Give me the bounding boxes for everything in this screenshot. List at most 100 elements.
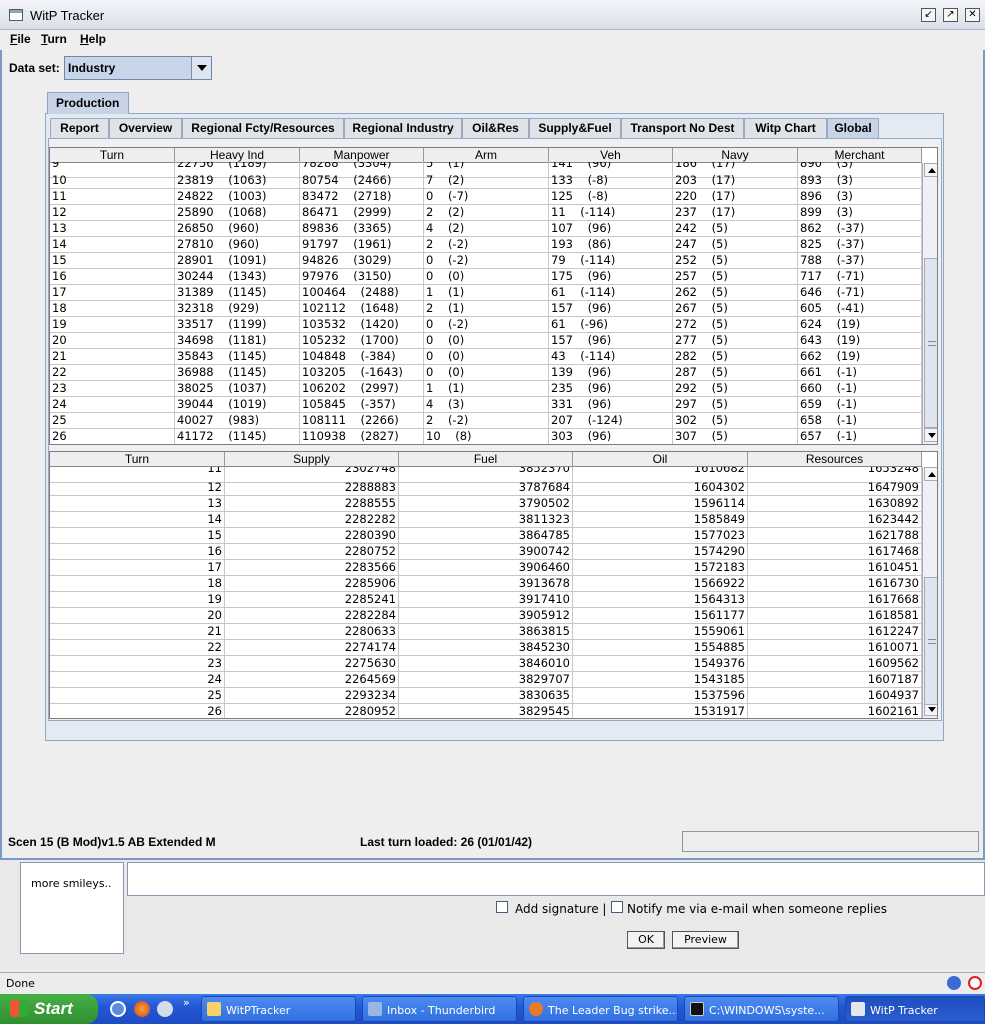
scroll-up-icon[interactable] <box>924 467 937 481</box>
chevron-down-icon[interactable] <box>191 57 211 79</box>
task-witp-tracker[interactable]: WitP Tracker <box>845 996 985 1022</box>
task-witptracker-folder[interactable]: WitPTracker <box>201 996 356 1022</box>
table-cell: 89836 (3365) <box>300 221 424 237</box>
table-row[interactable]: 15 2280390 3864785 1577023 1621788 <box>50 528 922 544</box>
column-header-turn[interactable]: Turn <box>50 148 175 163</box>
table-row[interactable]: 12 2288883 3787684 1604302 1647909 <box>50 480 922 496</box>
column-header-navy[interactable]: Navy <box>673 148 798 163</box>
table-row[interactable]: 20 34698 (1181) 105232 (1700) 0 (0) 157 (96)… <box>50 333 922 349</box>
table-row[interactable]: 22 36988 (1145) 103205 (-1643) 0 (0) 139 (96… <box>50 365 922 381</box>
column-header-heavy-ind[interactable]: Heavy Ind <box>175 148 300 163</box>
preview-button[interactable]: Preview <box>672 931 739 949</box>
tab-transport-no-dest[interactable]: Transport No Dest <box>621 118 744 138</box>
tab-overview[interactable]: Overview <box>109 118 182 138</box>
table-row[interactable]: 23 38025 (1037) 106202 (2997) 1 (1) 235 (96)… <box>50 381 922 397</box>
scroll-down-icon[interactable] <box>924 428 937 442</box>
menu-file[interactable]: File <box>10 32 31 46</box>
table-cell: 26 <box>50 429 175 444</box>
table-row[interactable]: 16 30244 (1343) 97976 (3150) 0 (0) 175 (96) 2… <box>50 269 922 285</box>
table-row[interactable]: 26 2280952 3829545 1531917 1602161 <box>50 704 922 718</box>
tab-regional-industry[interactable]: Regional Industry <box>344 118 462 138</box>
scroll-thumb[interactable] <box>924 577 937 705</box>
table-row[interactable]: 21 2280633 3863815 1559061 1612247 <box>50 624 922 640</box>
table-row[interactable]: 10 23819 (1063) 80754 (2466) 7 (2) 133 (-8) 2… <box>50 173 922 189</box>
column-header-merchant[interactable]: Merchant <box>798 148 922 163</box>
table-cell: 4 (3) <box>424 397 549 413</box>
title-bar[interactable]: WitP Tracker ↙ ↗ ✕ <box>0 0 985 30</box>
column-header-resources[interactable]: Resources <box>748 452 922 467</box>
table-row[interactable]: 24 39044 (1019) 105845 (-357) 4 (3) 331 (96)… <box>50 397 922 413</box>
table-row[interactable]: 17 31389 (1145) 100464 (2488) 1 (1) 61 (-114… <box>50 285 922 301</box>
table-cell: 19 <box>50 317 175 333</box>
vertical-scrollbar[interactable] <box>922 467 937 718</box>
scroll-thumb[interactable] <box>924 258 937 428</box>
tab-report[interactable]: Report <box>50 118 109 138</box>
minimize-icon[interactable]: ↙ <box>921 8 936 22</box>
table-cell: 1572183 <box>573 560 748 576</box>
menu-turn[interactable]: Turn <box>41 32 67 46</box>
table-row[interactable]: 11 24822 (1003) 83472 (2718) 0 (-7) 125 (-8)… <box>50 189 922 205</box>
tab-global[interactable]: Global <box>827 118 879 138</box>
table-cell: 36988 (1145) <box>175 365 300 381</box>
firefox-icon[interactable] <box>134 1001 150 1017</box>
ie-icon[interactable] <box>110 1001 126 1017</box>
table-row[interactable]: 24 2264569 3829707 1543185 1607187 <box>50 672 922 688</box>
table-row[interactable]: 18 2285906 3913678 1566922 1616730 <box>50 576 922 592</box>
table-row[interactable]: 22 2274174 3845230 1554885 1610071 <box>50 640 922 656</box>
more-smileys-link[interactable]: more smileys.. <box>31 877 112 890</box>
table-row[interactable]: 12 25890 (1068) 86471 (2999) 2 (2) 11 (-114)… <box>50 205 922 221</box>
table-row[interactable]: 18 32318 (929) 102112 (1648) 2 (1) 157 (96) 2… <box>50 301 922 317</box>
table-row[interactable]: 14 2282282 3811323 1585849 1623442 <box>50 512 922 528</box>
task-command-prompt[interactable]: C:\WINDOWS\syste... <box>684 996 839 1022</box>
vertical-scrollbar[interactable] <box>922 163 937 444</box>
blocked-icon[interactable] <box>968 976 982 990</box>
menu-help[interactable]: Help <box>80 32 106 46</box>
tab-supply-fuel[interactable]: Supply&Fuel <box>529 118 621 138</box>
task-thunderbird[interactable]: Inbox - Thunderbird <box>362 996 517 1022</box>
scroll-up-icon[interactable] <box>924 163 937 177</box>
table-row[interactable]: 19 33517 (1199) 103532 (1420) 0 (-2) 61 (-96… <box>50 317 922 333</box>
table-row[interactable]: 21 35843 (1145) 104848 (-384) 0 (0) 43 (-114… <box>50 349 922 365</box>
table-row[interactable]: 20 2282284 3905912 1561177 1618581 <box>50 608 922 624</box>
notify-checkbox[interactable] <box>611 901 623 913</box>
app-quicklaunch-icon[interactable] <box>157 1001 173 1017</box>
table-row[interactable]: 17 2283566 3906460 1572183 1610451 <box>50 560 922 576</box>
table-cell: 3846010 <box>399 656 573 672</box>
table-row[interactable]: 25 2293234 3830635 1537596 1604937 <box>50 688 922 704</box>
column-header-oil[interactable]: Oil <box>573 452 748 467</box>
add-signature-checkbox[interactable] <box>496 901 508 913</box>
table-row[interactable]: 13 26850 (960) 89836 (3365) 4 (2) 107 (96) 24… <box>50 221 922 237</box>
table-cell: 2288555 <box>225 496 399 512</box>
table-row[interactable]: 16 2280752 3900742 1574290 1617468 <box>50 544 922 560</box>
table-cell: 0 (0) <box>424 269 549 285</box>
network-icon[interactable] <box>947 976 961 990</box>
column-header-supply[interactable]: Supply <box>225 452 399 467</box>
table-cell: 220 (17) <box>673 189 798 205</box>
task-firefox[interactable]: The Leader Bug strike... <box>523 996 678 1022</box>
table-row[interactable]: 14 27810 (960) 91797 (1961) 2 (-2) 193 (86) 2… <box>50 237 922 253</box>
table-row[interactable]: 23 2275630 3846010 1549376 1609562 <box>50 656 922 672</box>
table-row[interactable]: 15 28901 (1091) 94826 (3029) 0 (-2) 79 (-114… <box>50 253 922 269</box>
column-header-arm[interactable]: Arm <box>424 148 549 163</box>
tab-witp-chart[interactable]: Witp Chart <box>744 118 827 138</box>
message-textarea[interactable] <box>127 862 985 896</box>
table-row[interactable]: 25 40027 (983) 108111 (2266) 2 (-2) 207 (-12… <box>50 413 922 429</box>
column-header-veh[interactable]: Veh <box>549 148 673 163</box>
table-cell: 1543185 <box>573 672 748 688</box>
column-header-fuel[interactable]: Fuel <box>399 452 573 467</box>
tab-production[interactable]: Production <box>47 92 129 114</box>
ok-button[interactable]: OK <box>627 931 665 949</box>
close-icon[interactable]: ✕ <box>965 8 980 22</box>
column-header-turn[interactable]: Turn <box>50 452 225 467</box>
maximize-icon[interactable]: ↗ <box>943 8 958 22</box>
tab-regional-fcty-resources[interactable]: Regional Fcty/Resources <box>182 118 344 138</box>
table-cell: 26 <box>50 704 225 718</box>
quicklaunch-chevron[interactable]: » <box>183 996 190 1009</box>
tab-oil-res[interactable]: Oil&Res <box>462 118 529 138</box>
table-row[interactable]: 26 41172 (1145) 110938 (2827) 10 (8) 303 (96… <box>50 429 922 444</box>
table-cell: 108111 (2266) <box>300 413 424 429</box>
table-row[interactable]: 19 2285241 3917410 1564313 1617668 <box>50 592 922 608</box>
column-header-manpower[interactable]: Manpower <box>300 148 424 163</box>
table-cell: 22 <box>50 365 175 381</box>
table-row[interactable]: 13 2288555 3790502 1596114 1630892 <box>50 496 922 512</box>
